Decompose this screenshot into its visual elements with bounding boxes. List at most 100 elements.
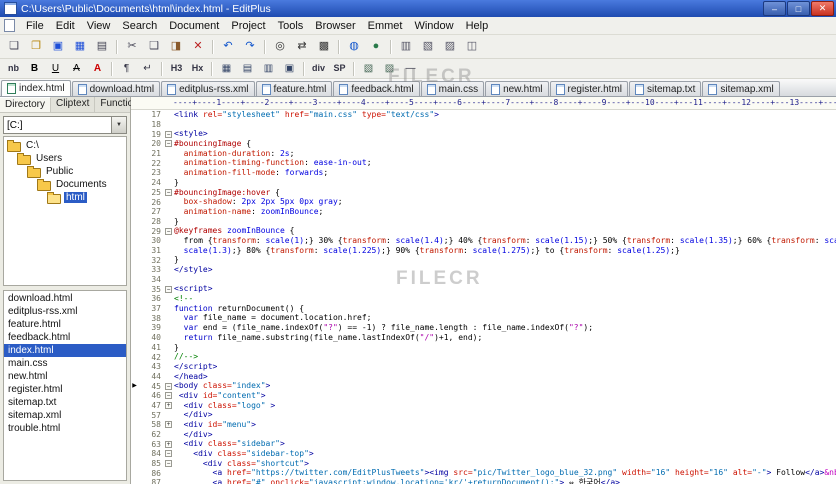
code-text[interactable]: </head> xyxy=(174,372,208,382)
fold-toggle-icon[interactable]: + xyxy=(165,401,172,409)
fold-toggle-icon[interactable]: − xyxy=(165,382,172,390)
fold-toggle-icon[interactable]: − xyxy=(165,450,172,458)
toggle-browser-button[interactable]: ◍ xyxy=(343,37,365,57)
document-menu-icon[interactable] xyxy=(4,19,15,32)
code-text[interactable]: } xyxy=(174,217,179,227)
code-line-63[interactable]: 63 + <div class="sidebar"> xyxy=(131,439,836,449)
code-line-36[interactable]: 36 <!-- xyxy=(131,294,836,304)
code-text[interactable]: <body class="index"> xyxy=(174,381,270,391)
new-document-button[interactable]: ❏ xyxy=(3,37,25,57)
code-text[interactable]: var file_name = document.location.href; xyxy=(174,313,372,323)
fold-column[interactable]: − xyxy=(163,227,174,235)
directory-window-button[interactable]: ▧ xyxy=(417,37,439,57)
code-line-23[interactable]: 23 animation-fill-mode: forwards; xyxy=(131,168,836,178)
code-text[interactable]: </div> xyxy=(174,410,213,420)
file-item-sitemap.xml[interactable]: sitemap.xml xyxy=(4,409,126,422)
code-text[interactable]: <a href="#" onclick="javascript:window.l… xyxy=(174,478,620,484)
code-text[interactable]: animation-duration: 2s; xyxy=(174,149,295,159)
code-text[interactable]: animation-fill-mode: forwards; xyxy=(174,168,329,178)
panel-tab-directory[interactable]: Directory xyxy=(0,97,52,112)
code-line-26[interactable]: 26 box-shadow: 2px 2px 5px 0px gray; xyxy=(131,197,836,207)
code-text[interactable]: } xyxy=(174,178,179,188)
code-text[interactable]: return file_name.substring(file_name.las… xyxy=(174,333,483,343)
table-cell-button[interactable]: ▣ xyxy=(279,60,300,77)
code-line-28[interactable]: 28} xyxy=(131,217,836,227)
tab-main.css[interactable]: main.css xyxy=(420,81,485,96)
underline-button[interactable]: U xyxy=(45,60,66,77)
code-line-41[interactable]: 41} xyxy=(131,343,836,353)
fold-column[interactable]: + xyxy=(163,440,174,448)
tab-sitemap.txt[interactable]: sitemap.txt xyxy=(629,81,702,96)
code-line-24[interactable]: 24} xyxy=(131,178,836,188)
menu-item-tools[interactable]: Tools xyxy=(272,19,310,33)
code-line-34[interactable]: 34 xyxy=(131,275,836,285)
fold-column[interactable]: − xyxy=(163,450,174,458)
code-text[interactable]: </script> xyxy=(174,362,217,372)
fold-column[interactable]: − xyxy=(163,130,174,138)
table-row-button[interactable]: ▤ xyxy=(237,60,258,77)
code-text[interactable]: </style> xyxy=(174,265,213,275)
font-color-button[interactable]: A xyxy=(87,60,108,77)
file-item-feature.html[interactable]: feature.html xyxy=(4,318,126,331)
tree-item-C:[interactable]: C:\ xyxy=(4,139,126,152)
tree-item-Documents[interactable]: Documents xyxy=(4,178,126,191)
code-line-29[interactable]: 29− @keyframes zoomInBounce { xyxy=(131,226,836,236)
panel-tab-cliptext[interactable]: Cliptext xyxy=(51,97,96,112)
file-item-editplus-rss.xml[interactable]: editplus-rss.xml xyxy=(4,305,126,318)
code-text[interactable]: box-shadow: 2px 2px 5px 0px gray; xyxy=(174,197,343,207)
undo-button[interactable]: ↶ xyxy=(217,37,239,57)
code-text[interactable]: <div class="logo" > xyxy=(174,401,276,411)
insert-anchor-button[interactable]: ▨ xyxy=(379,60,400,77)
fold-toggle-icon[interactable]: + xyxy=(165,421,172,429)
menu-item-project[interactable]: Project xyxy=(225,19,271,33)
file-item-index.html[interactable]: index.html xyxy=(4,344,126,357)
tab-feature.html[interactable]: feature.html xyxy=(255,81,333,96)
code-text[interactable]: #bouncingImage:hover { xyxy=(174,188,280,198)
file-item-new.html[interactable]: new.html xyxy=(4,370,126,383)
fold-toggle-icon[interactable]: − xyxy=(165,130,172,138)
open-file-button[interactable]: ❐ xyxy=(25,37,47,57)
code-text[interactable]: function returnDocument() { xyxy=(174,304,304,314)
menu-item-browser[interactable]: Browser xyxy=(309,19,361,33)
code-line-46[interactable]: 46− <div id="content"> xyxy=(131,391,836,401)
code-line-87[interactable]: 87 <a href="#" onclick="javascript:windo… xyxy=(131,478,836,484)
code-text[interactable]: <div class="sidebar"> xyxy=(174,439,285,449)
tree-item-html[interactable]: html xyxy=(4,191,126,204)
menu-item-window[interactable]: Window xyxy=(408,19,459,33)
code-line-31[interactable]: 31 scale(1.3);} 80% {transform: scale(1.… xyxy=(131,246,836,256)
code-line-86[interactable]: 86 <a href="https://twitter.com/EditPlus… xyxy=(131,468,836,478)
code-line-85[interactable]: 85− <div class="shortcut"> xyxy=(131,459,836,469)
cut-button[interactable]: ✂ xyxy=(121,37,143,57)
fold-column[interactable]: − xyxy=(163,140,174,148)
code-text[interactable]: @keyframes zoomInBounce { xyxy=(174,226,294,236)
code-line-27[interactable]: 27 animation-name: zoomInBounce; xyxy=(131,207,836,217)
code-line-47[interactable]: 47 + <div class="logo" > xyxy=(131,401,836,411)
code-line-45[interactable]: ▶ 45− <body class="index"> xyxy=(131,381,836,391)
code-line-43[interactable]: 43 </script> xyxy=(131,362,836,372)
find-button[interactable]: ◎ xyxy=(269,37,291,57)
menu-item-emmet[interactable]: Emmet xyxy=(362,19,409,33)
code-text[interactable]: } xyxy=(174,255,179,265)
fold-toggle-icon[interactable]: + xyxy=(165,440,172,448)
code-line-39[interactable]: 39 var end = (file_name.indexOf("?") == … xyxy=(131,323,836,333)
fold-toggle-icon[interactable]: − xyxy=(165,227,172,235)
code-text[interactable]: <div id="menu"> xyxy=(174,420,256,430)
code-text[interactable]: var end = (file_name.indexOf("?") == -1)… xyxy=(174,323,593,333)
code-line-84[interactable]: 84− <div class="sidebar-top"> xyxy=(131,449,836,459)
code-line-38[interactable]: 38 var file_name = document.location.hre… xyxy=(131,313,836,323)
menu-item-search[interactable]: Search xyxy=(116,19,163,33)
code-text[interactable]: <script> xyxy=(174,284,213,294)
code-text[interactable]: <link rel="stylesheet" href="main.css" t… xyxy=(174,110,439,120)
code-line-44[interactable]: 44 </head> xyxy=(131,372,836,382)
menu-item-document[interactable]: Document xyxy=(163,19,225,33)
save-all-button[interactable]: ▦ xyxy=(69,37,91,57)
tab-editplus-rss.xml[interactable]: editplus-rss.xml xyxy=(161,81,255,96)
heading-3-button[interactable]: H3 xyxy=(166,60,187,77)
file-item-feedback.html[interactable]: feedback.html xyxy=(4,331,126,344)
code-text[interactable]: //--> xyxy=(174,352,198,362)
fold-column[interactable]: − xyxy=(163,460,174,468)
code-text[interactable]: <div class="shortcut"> xyxy=(174,459,309,469)
code-text[interactable]: <div class="sidebar-top"> xyxy=(174,449,313,459)
code-text[interactable]: <style> xyxy=(174,129,208,139)
strikethrough-button[interactable]: A xyxy=(66,60,87,77)
